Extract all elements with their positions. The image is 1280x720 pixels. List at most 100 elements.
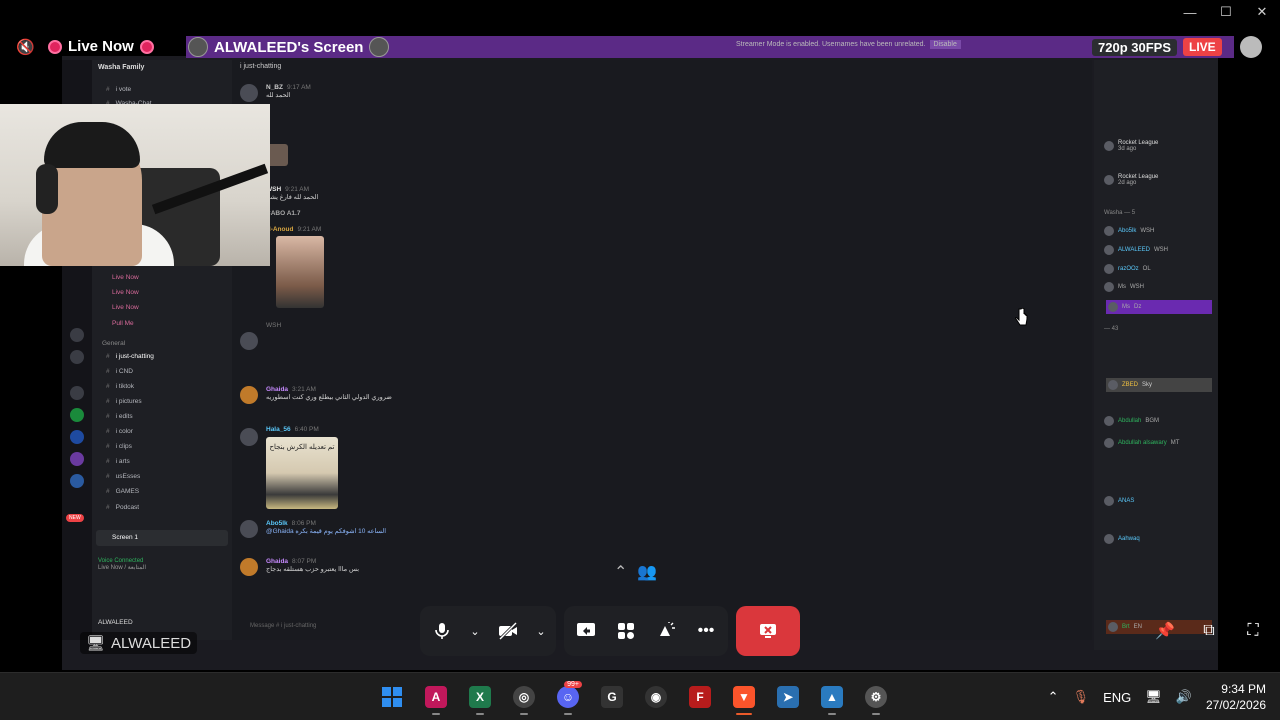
channel-item[interactable]: # i arts (106, 458, 130, 465)
obs-app-icon[interactable]: ◎ (508, 679, 540, 715)
share-screen-icon[interactable] (572, 617, 600, 645)
activities-icon[interactable] (612, 617, 640, 645)
live-now-label: Live Now (68, 38, 134, 55)
window-controls: — ☐ ✕ (1172, 0, 1280, 24)
end-stream-button[interactable] (736, 606, 800, 656)
photos-app-icon[interactable]: ▲ (816, 679, 848, 715)
fl-studio-app-icon[interactable]: F (684, 679, 716, 715)
discord-app-icon[interactable]: ☺ 99+ (552, 679, 584, 715)
member-item[interactable]: Abdullah BGM (1104, 416, 1159, 426)
volume-mute-icon[interactable]: 🔇 (16, 38, 35, 56)
paper-plane-app-icon[interactable]: ➤ (772, 679, 804, 715)
screen-icon: 🖥 (86, 635, 106, 652)
server-icon[interactable] (70, 430, 84, 444)
member-item[interactable]: Aahwaq (1104, 534, 1140, 544)
clock[interactable]: 9:34 PM 27/02/2026 (1206, 681, 1266, 713)
channel-item[interactable]: # i tiktok (106, 383, 134, 390)
streamer-mode-note: Streamer Mode is enabled. Usernames have… (736, 40, 961, 49)
chevron-up-icon[interactable]: ⌃ (1048, 689, 1059, 705)
mic-icon[interactable] (428, 617, 456, 645)
server-icon[interactable] (70, 328, 84, 342)
channel-item[interactable]: # GAMES (106, 488, 139, 495)
channel-item[interactable]: # Podcast (106, 504, 139, 511)
member-item[interactable]: razOOz OL (1104, 264, 1151, 274)
close-button[interactable]: ✕ (1244, 0, 1280, 24)
avatar[interactable] (240, 332, 258, 350)
avatar[interactable] (240, 520, 258, 538)
member-item[interactable]: ALWALEED WSH (1104, 245, 1168, 255)
affinity-app-icon[interactable]: A (420, 679, 452, 715)
minimize-button[interactable]: — (1172, 0, 1208, 24)
server-icon[interactable] (70, 408, 84, 422)
channel-item[interactable]: # i just-chatting (106, 353, 154, 360)
chevron-down-icon[interactable]: ⌄ (534, 617, 548, 645)
server-icon[interactable] (70, 452, 84, 466)
language-indicator[interactable]: ENG (1103, 690, 1131, 705)
message-image[interactable]: تم تعديله الكرش بنجاح (266, 437, 338, 509)
screen-title-label: ALWALEED's Screen (214, 38, 364, 56)
server-name[interactable]: Washa Family (98, 64, 144, 71)
live-entry[interactable]: Live Now (112, 289, 139, 296)
channel-header: i just-chatting (240, 63, 282, 70)
channel-item[interactable]: # i clips (106, 443, 132, 450)
chevron-down-icon[interactable]: ⌄ (468, 617, 482, 645)
volume-icon[interactable]: 🔊 (1176, 689, 1192, 705)
more-options-button[interactable]: ••• (692, 617, 720, 645)
channel-item[interactable]: # i color (106, 428, 133, 435)
pin-icon[interactable]: 📌 (1152, 618, 1178, 644)
member-item[interactable]: Abdullah alsawary MT (1104, 438, 1179, 448)
maximize-button[interactable]: ☐ (1208, 0, 1244, 24)
avatar[interactable] (240, 386, 258, 404)
settings-app-icon[interactable]: ⚙ (860, 679, 892, 715)
member-item[interactable]: Rocket League 3d ago (1104, 140, 1158, 152)
server-icon[interactable] (70, 350, 84, 364)
avatar[interactable] (240, 84, 258, 102)
g-hub-app-icon[interactable]: G (596, 679, 628, 715)
controls-expand: ⌃ 👥 (614, 562, 657, 582)
camera-off-icon[interactable] (494, 617, 522, 645)
headphones-shape (36, 164, 58, 214)
fullscreen-icon[interactable]: ⛶ (1240, 618, 1266, 644)
disable-button[interactable]: Disable (929, 40, 961, 49)
avatar[interactable] (240, 428, 258, 446)
chat-message: N-Anoud 9:21 AM (266, 226, 322, 233)
chevron-up-icon[interactable]: ⌃ (614, 562, 627, 582)
av-controls: ⌄ ⌄ (420, 606, 556, 656)
channel-item[interactable]: # usEsses (106, 473, 140, 480)
popout-icon[interactable]: ⧉ (1196, 618, 1222, 644)
network-icon[interactable]: 🖥 (1145, 689, 1162, 705)
chat-message: Ghaida 3:21 AM ضروري الدولي الثاني بيطلع … (266, 386, 392, 401)
screen-share-pill[interactable]: Screen 1 (96, 530, 228, 546)
live-entry[interactable]: Pull Me (112, 320, 134, 327)
soundboard-icon[interactable] (652, 617, 680, 645)
live-entry[interactable]: Live Now (112, 274, 139, 281)
chat-bubble-icon[interactable] (1240, 36, 1262, 58)
member-item[interactable]: ANAS (1104, 496, 1134, 506)
start-button[interactable] (376, 679, 408, 715)
people-icon[interactable]: 👥 (637, 562, 657, 582)
server-icon[interactable] (70, 386, 84, 400)
member-item[interactable]: Abo5lk WSH (1104, 226, 1154, 236)
member-item[interactable]: Ms Dz (1106, 300, 1212, 314)
new-badge: NEW (66, 514, 84, 522)
category-label[interactable]: General (102, 340, 125, 347)
member-group-label: Washa — 5 (1104, 210, 1136, 216)
member-item[interactable]: Ms WSH (1104, 282, 1144, 292)
microphone-icon[interactable]: 🎙 (1073, 689, 1090, 705)
member-item[interactable]: ZBED Sky (1106, 378, 1212, 392)
brave-app-icon[interactable]: ▼ (728, 679, 760, 715)
live-now-indicator: Live Now (48, 38, 154, 55)
davinci-app-icon[interactable]: ◉ (640, 679, 672, 715)
presenter-name: ALWALEED (111, 634, 192, 652)
server-icon[interactable] (70, 474, 84, 488)
member-item[interactable]: Rocket League 2d ago (1104, 174, 1158, 186)
avatar[interactable] (240, 558, 258, 576)
live-entry[interactable]: Live Now (112, 304, 139, 311)
channel-item[interactable]: # i CND (106, 368, 133, 375)
spreadsheet-app-icon[interactable]: X (464, 679, 496, 715)
channel-item[interactable]: # i pictures (106, 398, 142, 405)
channel-item[interactable]: # i vote (106, 86, 131, 93)
channel-item[interactable]: # i edits (106, 413, 133, 420)
member-group-label: — 43 (1104, 326, 1119, 332)
message-image[interactable] (276, 236, 324, 308)
